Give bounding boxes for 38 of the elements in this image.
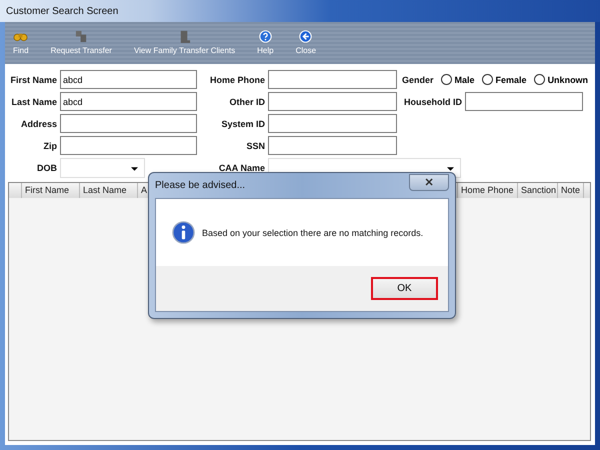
- dialog-message: Based on your selection there are no matching records.: [202, 228, 424, 238]
- text-field[interactable]: abcd: [60, 70, 197, 89]
- field-label: Last Name: [10, 96, 57, 106]
- close-button[interactable]: ✕: [409, 174, 449, 191]
- field-label: SSN: [245, 140, 265, 150]
- window-title: Customer Search Screen: [6, 6, 118, 16]
- column-header[interactable]: Last Name: [80, 183, 138, 198]
- text-field[interactable]: [268, 114, 397, 133]
- column-header[interactable]: Home Phone: [458, 183, 518, 198]
- field-label: Other ID: [228, 96, 265, 106]
- text-field[interactable]: [268, 136, 397, 155]
- text-field[interactable]: [60, 136, 197, 155]
- ok-button[interactable]: OK: [371, 277, 438, 300]
- radio-option[interactable]: Female: [482, 74, 527, 85]
- field-label: First Name: [9, 74, 57, 84]
- field-label: CAA Name: [218, 163, 265, 173]
- field-label: Gender: [402, 74, 434, 84]
- field-label: DOB: [36, 163, 57, 173]
- field-label: System ID: [220, 118, 265, 128]
- radio-option[interactable]: Unknown: [534, 74, 588, 85]
- help-icon: [258, 30, 273, 43]
- text-field[interactable]: [60, 114, 197, 133]
- field-label: Address: [20, 118, 57, 128]
- dialog-title: Please be advised...: [155, 180, 246, 191]
- column-header[interactable]: Sanction: [518, 183, 558, 198]
- column-header[interactable]: First Name: [22, 183, 80, 198]
- text-field[interactable]: [268, 92, 397, 111]
- text-field[interactable]: [268, 70, 397, 89]
- caret-icon: [131, 167, 138, 171]
- radio-option[interactable]: Male: [440, 74, 475, 85]
- text-field[interactable]: abcd: [60, 92, 197, 111]
- field-label: Zip: [42, 140, 57, 150]
- field-label: Household ID: [404, 96, 462, 106]
- column-header[interactable]: Note: [558, 183, 584, 198]
- field-label: Home Phone: [208, 74, 265, 84]
- documents-icon: [74, 30, 89, 43]
- text-field[interactable]: [465, 92, 583, 111]
- info-icon: [172, 221, 195, 244]
